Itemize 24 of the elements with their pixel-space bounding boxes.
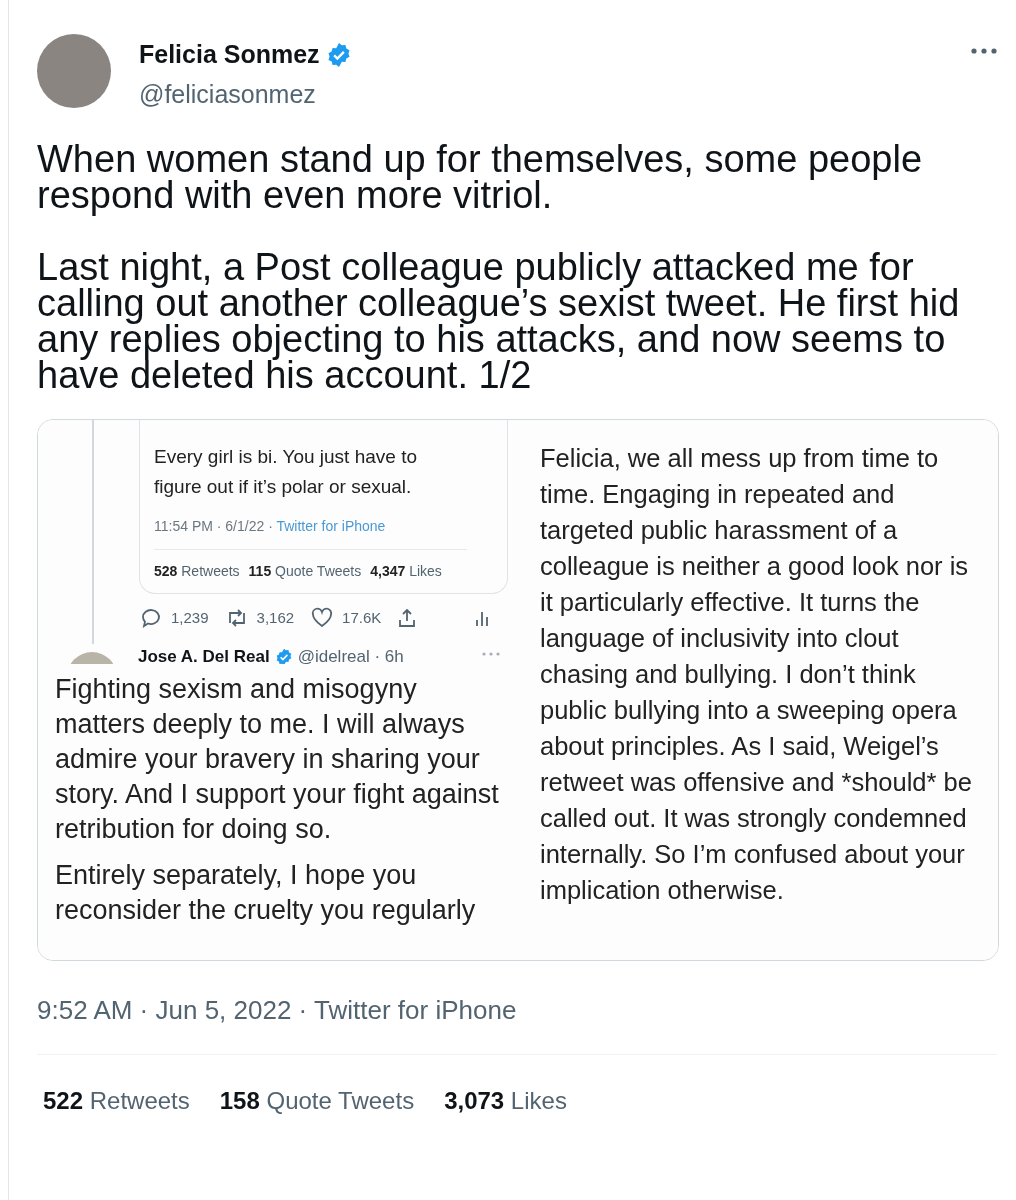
action-count: 17.6K — [342, 607, 382, 628]
author-name[interactable]: Felicia Sonmez — [139, 36, 320, 74]
stat-count[interactable]: 158 Quote Tweets — [219, 1083, 415, 1119]
stat-count[interactable]: 522 Retweets — [43, 1083, 190, 1119]
action-count: 1,239 — [171, 607, 209, 628]
reply-text: Entirely separately, I hope you reconsider the cruelty you regularly — [55, 859, 477, 927]
author-handle[interactable]: @idelreal · 6h — [297, 644, 404, 664]
tweet-timestamp[interactable]: 9:52 AM · Jun 5, 2022 · Twitter for iPhone — [37, 991, 997, 1030]
stat-count[interactable]: 4,347 Likes — [370, 561, 442, 582]
more-icon[interactable] — [971, 48, 997, 54]
reply-icon[interactable] — [139, 606, 163, 630]
stat-count[interactable]: 3,073 Likes — [444, 1083, 567, 1119]
tweet-timestamp: 11:54 PM · 6/1/22 · — [154, 518, 273, 534]
stat-count[interactable]: 528 Retweets — [154, 561, 240, 582]
quoted-tweet-text: Every girl is bi. You just have to figure out if it’s polar or sexual. — [154, 445, 418, 499]
reply-text: Fighting sexism and misogyny matters deeply to me. I will always admire your bravery in sharing your story. And I support your fight against retribution for doing so. — [55, 673, 500, 846]
media-card[interactable] — [37, 419, 999, 961]
tweet-text: Last night, a Post colleague publicly attacked me for calling out another colleague’s sexist tweet. He first hid any replies objecting to his attacks, and now seems to have deleted his account. 1/2 — [37, 249, 961, 393]
reply-text: public bullying into a sweeping opera about principles. As I said, Weigel’s retweet was offensive and *should* be called out. It was strongly condemned internally. So I’m confused about your implication otherwise. — [540, 695, 973, 906]
action-count: 3,162 — [256, 607, 295, 628]
heart-icon[interactable] — [310, 606, 335, 630]
author-name[interactable]: Jose A. Del Real — [138, 644, 270, 664]
author-handle[interactable]: @feliciasonmez — [139, 75, 352, 113]
stat-count[interactable]: 115 Quote Tweets — [248, 561, 362, 582]
